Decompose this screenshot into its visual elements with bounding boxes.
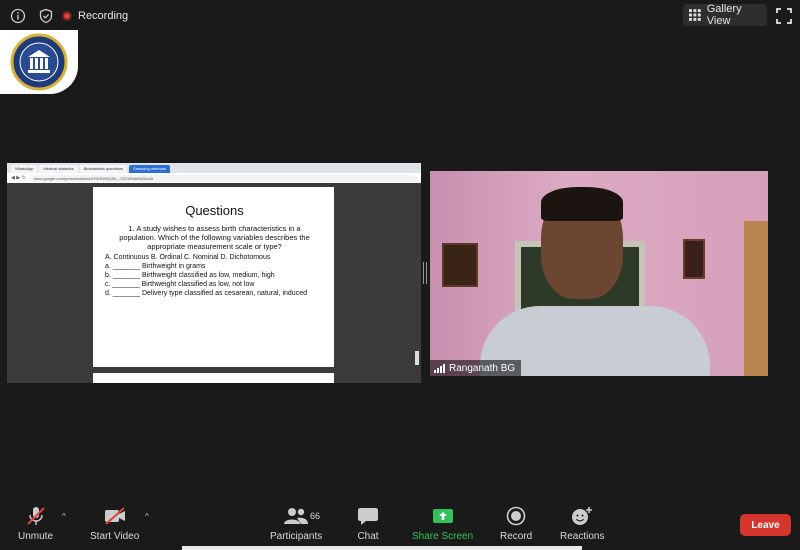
panel-splitter[interactable] [423,262,427,284]
mic-muted-icon [25,506,47,526]
organization-logo [0,30,78,94]
reactions-label: Reactions [560,531,605,542]
share-screen-label: Share Screen [412,531,474,542]
participants-icon [283,506,309,526]
gallery-grid-icon [689,9,701,21]
option-text: Birthweight classified as low, not low [141,281,255,288]
chat-label: Chat [357,531,379,542]
unmute-label: Unmute [18,531,54,542]
shield-icon[interactable] [37,7,55,25]
video-off-icon [103,506,127,526]
browser-url-bar: ◀ ▶ ↻ docs.google.com/presentation/d/1F5… [7,173,421,183]
url-field: docs.google.com/presentation/d/1F59DH8QI… [29,174,417,182]
browser-tab: WhatsApp [11,165,38,173]
option-text: Delivery type classified as cesarean, na… [142,290,307,297]
recording-icon [62,11,72,21]
option-letter: c. [105,281,111,288]
meeting-toolbar: Unmute ^ Start Video ^ Participants 66 C… [0,500,800,550]
info-icon[interactable] [9,7,27,25]
reactions-icon [570,506,594,526]
leave-button[interactable]: Leave [740,514,791,536]
top-bar: Recording Gallery View [0,0,800,32]
recording-label: Recording [78,10,129,22]
person-hair [541,187,623,221]
share-screen-icon [432,506,454,526]
slide-option: c. _______ Birthweight classified as low… [105,281,255,288]
slide: Questions 1. A study wishes to assess bi… [93,187,334,367]
participant-video-tile[interactable]: Ranganath BG [430,171,768,376]
gallery-view-label: Gallery View [706,3,742,27]
zoom-meeting-window: Recording Gallery View WhatsApp Medical … [0,0,800,550]
slide-choices: A. Continuous B. Ordinal C. Nominal D. D… [105,254,271,261]
nav-arrows-icon: ◀ ▶ ↻ [11,175,26,181]
recording-indicator[interactable]: Recording [62,8,128,24]
slide-title: Questions [185,203,244,218]
record-icon [506,506,526,526]
shared-screen: WhatsApp Medical statistics Biostatistic… [7,163,421,383]
share-screen-button[interactable]: Share Screen [412,506,473,542]
participants-label: Participants [270,531,323,542]
chat-button[interactable]: Chat [357,506,379,542]
slide-option: d. _______ Delivery type classified as c… [105,290,307,297]
option-text: Birthweight in grams [142,263,206,270]
browser-tab: Medical statistics [39,165,78,173]
browser-tab-strip: WhatsApp Medical statistics Biostatistic… [7,163,421,173]
wall-picture [683,239,705,279]
option-letter: b. [105,272,111,279]
start-video-label: Start Video [90,531,140,542]
wall-picture [442,243,478,287]
signal-bars-icon [434,363,445,373]
record-button[interactable]: Record [500,506,532,542]
cabinet [744,221,768,376]
bottom-strip [182,546,582,550]
browser-tab: Biostatistics questions [79,165,128,173]
chat-icon [357,506,379,526]
slide-option: b. _______ Birthweight classified as low… [105,272,275,279]
gallery-view-button[interactable]: Gallery View [683,3,767,27]
participants-count: 66 [310,511,321,521]
slide-question: 1. A study wishes to assess birth charac… [119,224,310,251]
video-options-chevron-up-icon[interactable]: ^ [145,512,149,521]
option-letter: a. [105,263,111,270]
presentation-area: Questions 1. A study wishes to assess bi… [7,183,421,383]
fullscreen-icon[interactable] [776,8,792,24]
start-video-button[interactable]: Start Video [90,506,139,542]
unmute-button[interactable]: Unmute [18,506,53,542]
option-letter: d. [105,290,111,297]
slide-option: a. _______ Birthweight in grams [105,263,206,270]
next-slide [93,373,334,383]
reactions-button[interactable]: Reactions [560,506,604,542]
participant-name: Ranganath BG [449,362,516,374]
scrollbar[interactable] [415,351,419,365]
browser-tab-active: Sampling methods [129,165,171,173]
participant-name-tag: Ranganath BG [430,360,522,376]
audio-options-chevron-up-icon[interactable]: ^ [62,512,66,521]
option-text: Birthweight classified as low, medium, h… [142,272,275,279]
record-label: Record [500,531,533,542]
